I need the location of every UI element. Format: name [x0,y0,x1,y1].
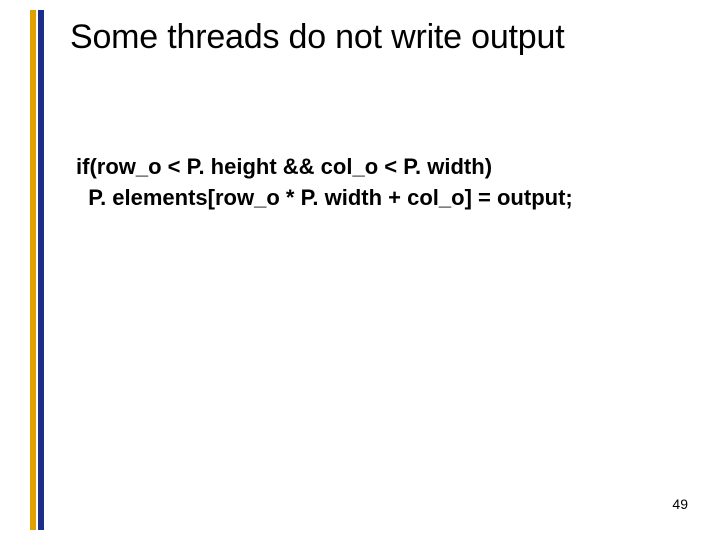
accent-bar-gold [30,10,36,530]
code-line-2: P. elements[row_o * P. width + col_o] = … [76,185,573,210]
code-block: if(row_o < P. height && col_o < P. width… [76,152,573,214]
accent-bar-blue [38,10,44,530]
slide: Some threads do not write output if(row_… [0,0,720,540]
page-number: 49 [672,496,688,512]
code-line-1: if(row_o < P. height && col_o < P. width… [76,154,492,179]
slide-title: Some threads do not write output [70,18,564,57]
